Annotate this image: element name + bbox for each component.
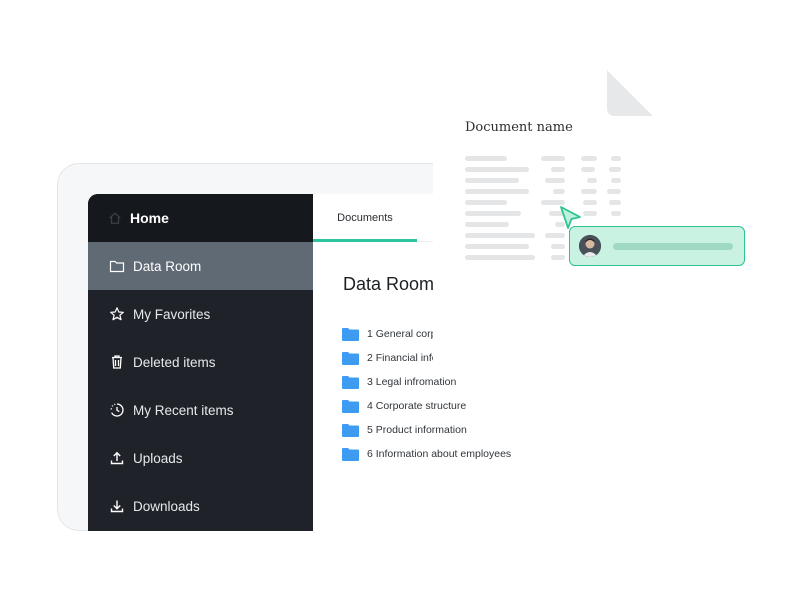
- text-line: [545, 233, 565, 238]
- folder-icon: [342, 327, 359, 341]
- tab-label: Documents: [337, 212, 393, 224]
- text-line: [541, 156, 565, 161]
- list-item[interactable]: 3 Legal infromation: [342, 370, 515, 394]
- page-fold-corner: [607, 70, 653, 116]
- sidebar-item-downloads[interactable]: Downloads: [88, 482, 313, 530]
- sidebar-item-label: Data Room: [133, 258, 202, 274]
- comment-bubble[interactable]: [569, 226, 745, 266]
- sidebar: Home Data Room My Favorites Deleted item…: [88, 194, 313, 531]
- document-title: Document name: [465, 120, 573, 135]
- text-line: [581, 167, 595, 172]
- clock-icon: [109, 402, 125, 418]
- text-line: [607, 189, 621, 194]
- text-line: [465, 200, 507, 205]
- list-item[interactable]: 6 Information about employees: [342, 442, 515, 466]
- sidebar-item-label: My Favorites: [133, 306, 211, 322]
- text-line: [545, 178, 565, 183]
- folder-icon: [342, 399, 359, 413]
- text-line: [551, 244, 565, 249]
- text-line: [583, 200, 597, 205]
- folder-icon: [109, 258, 125, 274]
- list-item[interactable]: 5 Product information: [342, 418, 515, 442]
- list-item[interactable]: 4 Corporate structure: [342, 394, 515, 418]
- text-line: [465, 211, 521, 216]
- sidebar-item-deleted-items[interactable]: Deleted items: [88, 338, 313, 386]
- text-line: [465, 156, 507, 161]
- star-icon: [109, 306, 125, 322]
- text-line: [465, 244, 529, 249]
- sidebar-item-label: Deleted items: [133, 354, 216, 370]
- text-line: [581, 189, 597, 194]
- active-tab-indicator: [313, 239, 417, 242]
- folder-name: 4 Corporate structure: [367, 400, 467, 412]
- text-line: [553, 189, 565, 194]
- home-icon: [108, 211, 122, 225]
- page-title: Data Room: [343, 274, 435, 294]
- text-line: [465, 233, 535, 238]
- sidebar-item-label: Uploads: [133, 450, 183, 466]
- sidebar-home[interactable]: Home: [88, 194, 313, 242]
- sidebar-item-uploads[interactable]: Uploads: [88, 434, 313, 482]
- text-line: [465, 222, 509, 227]
- text-line: [611, 211, 621, 216]
- sidebar-item-label: My Recent items: [133, 402, 234, 418]
- text-line: [611, 156, 621, 161]
- sidebar-home-label: Home: [130, 210, 169, 226]
- text-line: [609, 200, 621, 205]
- text-line: [611, 178, 621, 183]
- sidebar-item-my-favorites[interactable]: My Favorites: [88, 290, 313, 338]
- folder-icon: [342, 447, 359, 461]
- text-line: [465, 178, 519, 183]
- folder-name: 3 Legal infromation: [367, 376, 457, 388]
- sidebar-item-label: Downloads: [133, 498, 200, 514]
- text-line: [465, 167, 529, 172]
- text-line: [581, 156, 597, 161]
- text-line: [465, 255, 535, 260]
- sidebar-item-my-recent-items[interactable]: My Recent items: [88, 386, 313, 434]
- sidebar-item-data-room[interactable]: Data Room: [88, 242, 313, 290]
- comment-text-placeholder: [613, 243, 733, 250]
- text-line: [465, 189, 529, 194]
- text-line: [583, 211, 597, 216]
- folder-icon: [342, 423, 359, 437]
- folder-name: 5 Product information: [367, 424, 467, 436]
- text-line: [551, 255, 565, 260]
- upload-icon: [109, 450, 125, 466]
- trash-icon: [109, 354, 125, 370]
- text-line: [587, 178, 597, 183]
- tab-documents[interactable]: Documents: [313, 194, 417, 242]
- avatar: [579, 235, 601, 257]
- folder-icon: [342, 375, 359, 389]
- text-line: [551, 167, 565, 172]
- download-icon: [109, 498, 125, 514]
- folder-icon: [342, 351, 359, 365]
- text-line: [609, 167, 621, 172]
- folder-name: 6 Information about employees: [367, 448, 512, 460]
